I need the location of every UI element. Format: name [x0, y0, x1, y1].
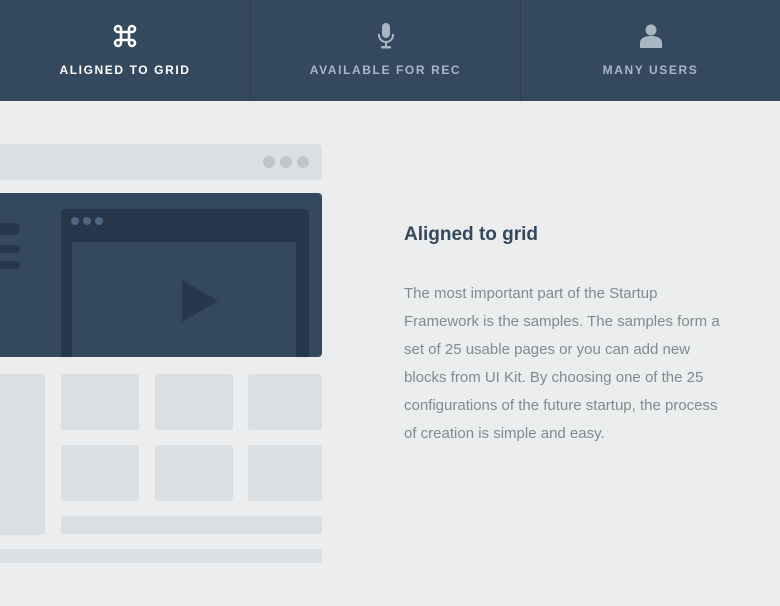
mockup-block — [155, 445, 233, 501]
mockup-video-screen — [72, 242, 296, 357]
tab-label: AVAILABLE FOR REC — [309, 63, 462, 77]
mockup-sidebar-line — [0, 223, 20, 235]
mockup-block — [248, 445, 322, 501]
tab-label: ALIGNED TO GRID — [59, 63, 191, 77]
tab-available-for-rec[interactable]: AVAILABLE FOR REC — [250, 0, 520, 101]
mockup-sidebar-line — [0, 261, 20, 269]
tab-many-users[interactable]: MANY USERS — [520, 0, 780, 101]
browser-mockup-illustration — [0, 101, 330, 606]
microphone-icon — [376, 22, 396, 50]
tab-label: MANY USERS — [602, 63, 699, 77]
mockup-hero-section — [0, 193, 322, 357]
mockup-window-dot — [263, 156, 275, 168]
user-icon — [639, 22, 663, 50]
mockup-block — [61, 516, 322, 534]
feature-tab-bar: ALIGNED TO GRID AVAILABLE FOR REC MANY U… — [0, 0, 780, 101]
mockup-window-dot — [95, 217, 103, 225]
play-icon — [182, 280, 218, 322]
mockup-block — [155, 374, 233, 430]
mockup-block — [61, 445, 139, 501]
mockup-window-dot — [83, 217, 91, 225]
feature-description: The most important part of the Startup F… — [404, 285, 720, 442]
mockup-video-window — [61, 209, 309, 357]
command-icon — [112, 22, 138, 50]
mockup-sidebar-line — [0, 245, 20, 253]
mockup-block — [0, 549, 322, 563]
mockup-block — [0, 374, 45, 535]
mockup-window-dot — [297, 156, 309, 168]
mockup-block — [61, 374, 139, 430]
mockup-block — [248, 374, 322, 430]
feature-title: Aligned to grid — [404, 224, 539, 245]
tab-aligned-to-grid[interactable]: ALIGNED TO GRID — [0, 0, 250, 101]
mockup-window-dot — [280, 156, 292, 168]
mockup-window-dot — [71, 217, 79, 225]
